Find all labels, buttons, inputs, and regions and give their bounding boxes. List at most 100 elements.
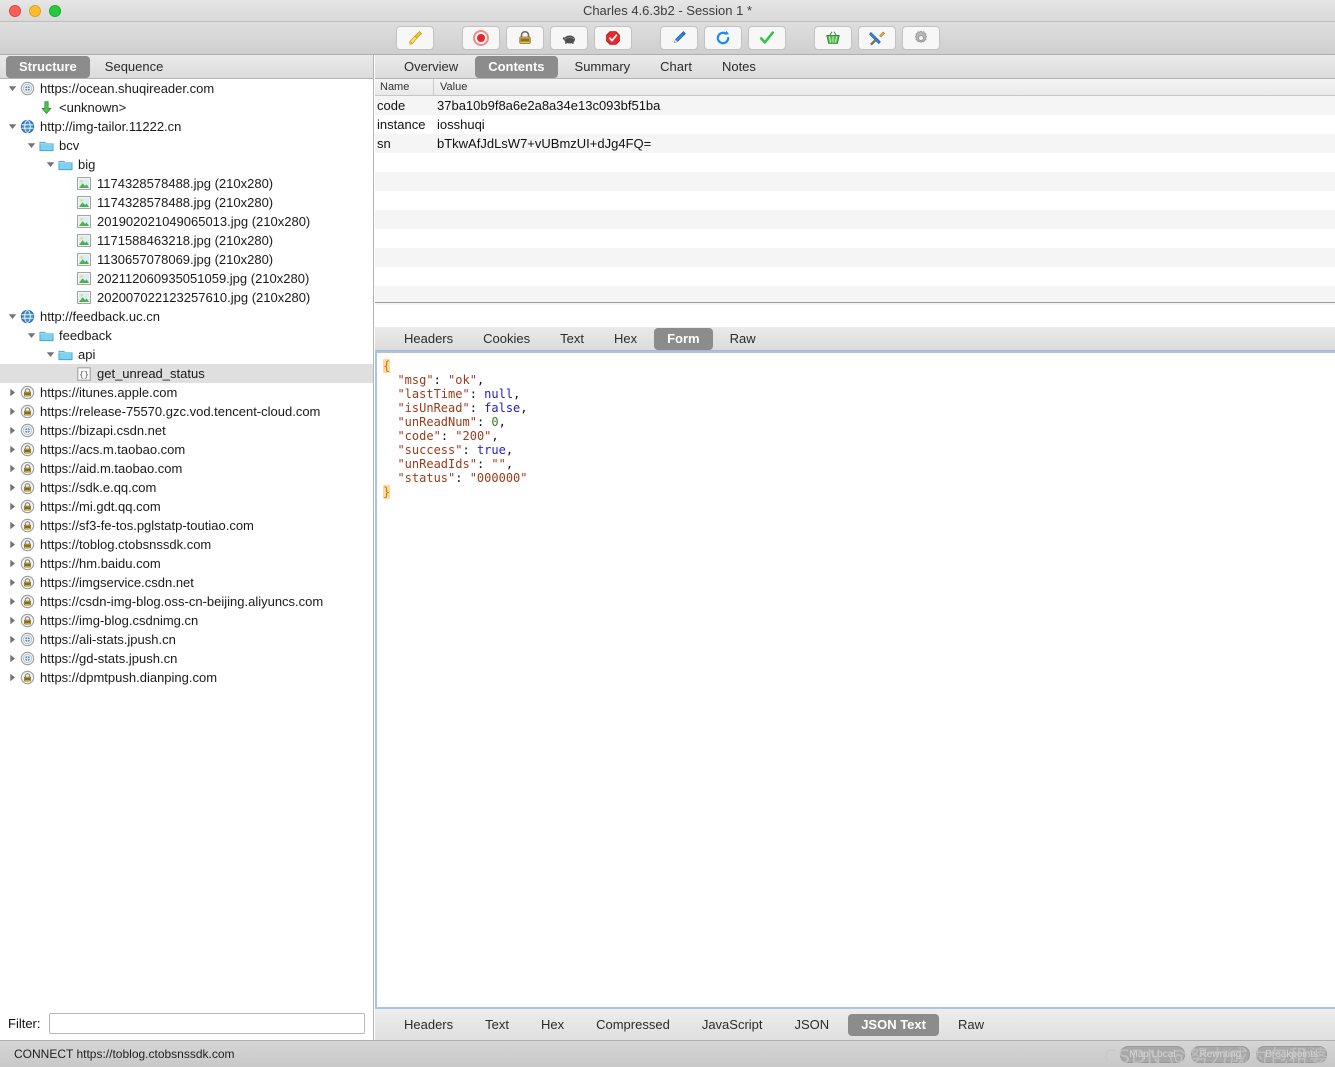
chevron-right-icon[interactable]: [6, 421, 19, 440]
chevron-right-icon[interactable]: [6, 383, 19, 402]
tree-row[interactable]: 1171588463218.jpg (210x280): [0, 231, 373, 250]
repeat-button[interactable]: [703, 26, 742, 50]
tab-contents[interactable]: Contents: [475, 55, 558, 78]
tab-text[interactable]: Text: [472, 1014, 522, 1036]
tab-overview[interactable]: Overview: [391, 56, 471, 78]
chevron-down-icon[interactable]: [6, 307, 19, 326]
tab-summary[interactable]: Summary: [562, 56, 644, 78]
chevron-right-icon[interactable]: [6, 440, 19, 459]
json-text-content[interactable]: { "msg": "ok", "lastTime": null, "isUnRe…: [375, 351, 1335, 1007]
tab-compressed[interactable]: Compressed: [583, 1014, 683, 1036]
tree-row[interactable]: https://dpmtpush.dianping.com: [0, 668, 373, 687]
chevron-right-icon[interactable]: [6, 630, 19, 649]
minimize-window-button[interactable]: [29, 4, 41, 17]
tree-row[interactable]: 202007022123257610.jpg (210x280): [0, 288, 373, 307]
tab-raw[interactable]: Raw: [945, 1014, 997, 1036]
tab-javascript[interactable]: JavaScript: [689, 1014, 776, 1036]
session-tree[interactable]: https://ocean.shuqireader.com <unknown> ht…: [0, 79, 373, 1007]
tree-row[interactable]: 201902021049065013.jpg (210x280): [0, 212, 373, 231]
chevron-right-icon[interactable]: [6, 668, 19, 687]
tree-row[interactable]: https://ocean.shuqireader.com: [0, 79, 373, 98]
chevron-right-icon[interactable]: [6, 573, 19, 592]
tab-headers[interactable]: Headers: [391, 1014, 466, 1036]
chevron-down-icon[interactable]: [44, 155, 57, 174]
tree-row[interactable]: https://hm.baidu.com: [0, 554, 373, 573]
chevron-right-icon[interactable]: [6, 535, 19, 554]
tree-row[interactable]: https://bizapi.csdn.net: [0, 421, 373, 440]
chevron-right-icon[interactable]: [6, 554, 19, 573]
tab-sequence[interactable]: Sequence: [92, 56, 177, 78]
tree-row[interactable]: http://img-tailor.11222.cn: [0, 117, 373, 136]
tree-row[interactable]: https://aid.m.taobao.com: [0, 459, 373, 478]
tree-row[interactable]: https://imgservice.csdn.net: [0, 573, 373, 592]
tree-row[interactable]: https://sdk.e.qq.com: [0, 478, 373, 497]
tree-row[interactable]: 202112060935051059.jpg (210x280): [0, 269, 373, 288]
filter-input[interactable]: [48, 1013, 365, 1034]
status-pill-map-local[interactable]: Map Local: [1120, 1045, 1185, 1063]
window-resize-handle[interactable]: [1321, 1053, 1335, 1067]
tools-button[interactable]: [857, 26, 896, 50]
compose-button[interactable]: [659, 26, 698, 50]
tree-row[interactable]: https://csdn-img-blog.oss-cn-beijing.ali…: [0, 592, 373, 611]
tree-row[interactable]: https://acs.m.taobao.com: [0, 440, 373, 459]
tab-json[interactable]: JSON: [782, 1014, 843, 1036]
tab-structure[interactable]: Structure: [6, 55, 90, 78]
tab-hex[interactable]: Hex: [528, 1014, 577, 1036]
column-header-name[interactable]: Name: [375, 79, 434, 95]
chevron-down-icon[interactable]: [6, 79, 19, 98]
chevron-down-icon[interactable]: [44, 345, 57, 364]
zoom-window-button[interactable]: [49, 4, 61, 17]
status-pill-rewriting[interactable]: Rewriting: [1190, 1045, 1251, 1063]
tab-cookies[interactable]: Cookies: [470, 328, 543, 350]
tree-row[interactable]: feedback: [0, 326, 373, 345]
tree-row[interactable]: https://img-blog.csdnimg.cn: [0, 611, 373, 630]
tab-chart[interactable]: Chart: [647, 56, 705, 78]
chevron-down-icon[interactable]: [6, 117, 19, 136]
breakpoints-button[interactable]: [593, 26, 632, 50]
status-pill-breakpoints[interactable]: Breakpoints: [1256, 1045, 1327, 1063]
tree-row[interactable]: api: [0, 345, 373, 364]
settings-button[interactable]: [901, 26, 940, 50]
tree-row[interactable]: big: [0, 155, 373, 174]
chevron-right-icon[interactable]: [6, 592, 19, 611]
chevron-right-icon[interactable]: [6, 649, 19, 668]
tools-basket-button[interactable]: [813, 26, 852, 50]
chevron-down-icon[interactable]: [25, 136, 38, 155]
tab-headers[interactable]: Headers: [391, 328, 466, 350]
clear-session-button[interactable]: [395, 26, 434, 50]
tree-row[interactable]: https://mi.gdt.qq.com: [0, 497, 373, 516]
chevron-right-icon[interactable]: [6, 611, 19, 630]
tree-row[interactable]: https://ali-stats.jpush.cn: [0, 630, 373, 649]
tab-raw[interactable]: Raw: [717, 328, 769, 350]
chevron-right-icon[interactable]: [6, 402, 19, 421]
tab-json-text[interactable]: JSON Text: [848, 1013, 939, 1036]
record-button[interactable]: [461, 26, 500, 50]
tab-hex[interactable]: Hex: [601, 328, 650, 350]
tree-row-selected[interactable]: {} get_unread_status: [0, 364, 373, 383]
tree-row[interactable]: <unknown>: [0, 98, 373, 117]
table-row[interactable]: code 37ba10b9f8a6e2a8a34e13c093bf51ba: [375, 96, 1335, 115]
tree-row[interactable]: https://release-75570.gzc.vod.tencent-cl…: [0, 402, 373, 421]
ssl-proxying-button[interactable]: [505, 26, 544, 50]
chevron-right-icon[interactable]: [6, 516, 19, 535]
tree-row[interactable]: 1130657078069.jpg (210x280): [0, 250, 373, 269]
tree-row[interactable]: bcv: [0, 136, 373, 155]
tab-text[interactable]: Text: [547, 328, 597, 350]
chevron-right-icon[interactable]: [6, 459, 19, 478]
column-header-value[interactable]: Value: [434, 81, 1335, 93]
tree-row[interactable]: https://itunes.apple.com: [0, 383, 373, 402]
tree-row[interactable]: 1174328578488.jpg (210x280): [0, 193, 373, 212]
chevron-down-icon[interactable]: [25, 326, 38, 345]
chevron-right-icon[interactable]: [6, 478, 19, 497]
panel-splitter[interactable]: [375, 302, 1335, 303]
tab-form[interactable]: Form: [654, 327, 713, 350]
tree-row[interactable]: https://toblog.ctobsnssdk.com: [0, 535, 373, 554]
throttle-button[interactable]: [549, 26, 588, 50]
table-row[interactable]: instance iosshuqi: [375, 115, 1335, 134]
tree-row[interactable]: https://sf3-fe-tos.pglstatp-toutiao.com: [0, 516, 373, 535]
table-row[interactable]: sn bTkwAfJdLsW7+vUBmzUI+dJg4FQ=: [375, 134, 1335, 153]
tree-row[interactable]: 1174328578488.jpg (210x280): [0, 174, 373, 193]
chevron-right-icon[interactable]: [6, 497, 19, 516]
close-window-button[interactable]: [9, 4, 21, 17]
tree-row[interactable]: https://gd-stats.jpush.cn: [0, 649, 373, 668]
